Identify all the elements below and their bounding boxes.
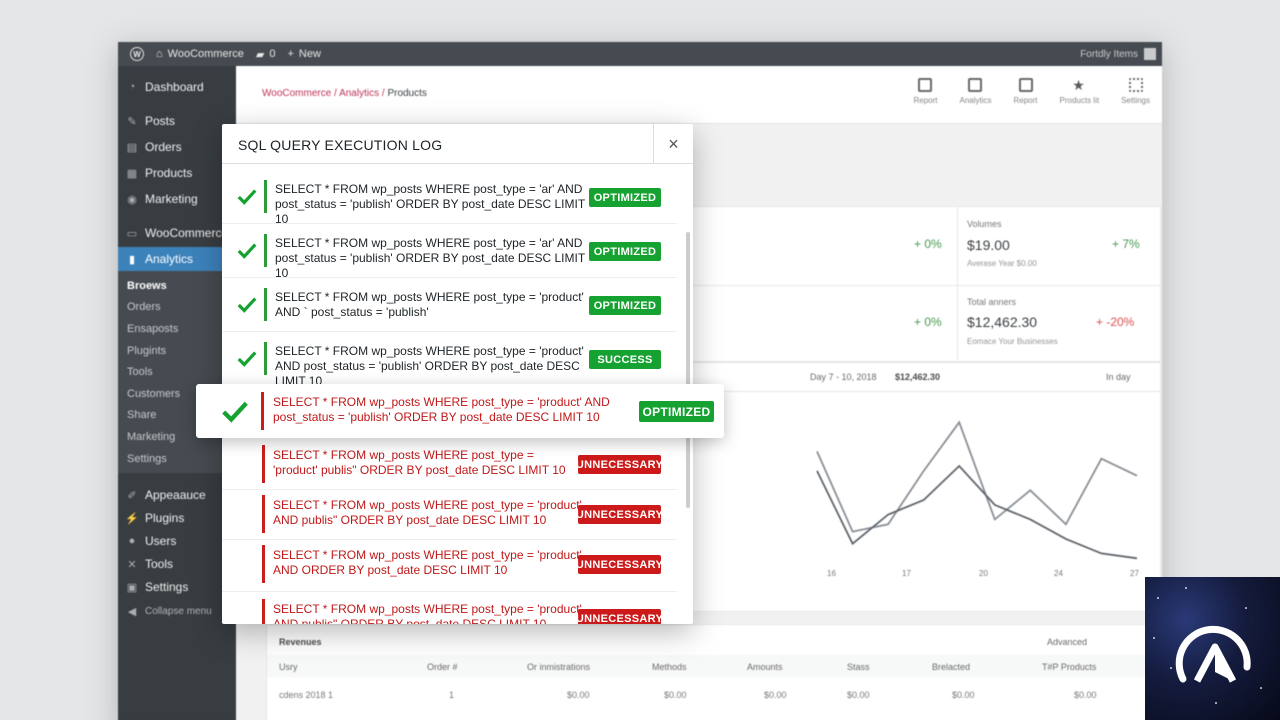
query-row[interactable]: SELECT * FROM wp_posts WHERE post_type =… [222,440,677,490]
query-row[interactable]: SELECT * FROM wp_posts WHERE post_type =… [222,592,677,624]
status-badge: SUCCESS [589,350,661,369]
brand-mark-icon [1175,625,1251,683]
sql-log-modal: SQL QUERY EXECUTION LOG × SELECT * FROM … [222,124,693,624]
status-bar [264,180,267,213]
query-text: SELECT * FROM wp_posts WHERE post_type =… [273,448,566,477]
highlighted-query-row[interactable]: SELECT * FROM wp_posts WHERE post_type =… [196,384,724,438]
status-bar [262,445,265,483]
checkmark-icon [222,401,248,423]
status-badge: OPTIMIZED [639,401,714,422]
checkmark-icon [237,351,257,367]
modal-scrollbar[interactable] [686,232,690,508]
query-text: SELECT * FROM wp_posts WHERE post_type =… [273,602,582,624]
status-bar [262,599,265,624]
query-text: SELECT * FROM wp_posts WHERE post_type =… [275,344,584,388]
modal-header: SQL QUERY EXECUTION LOG × [222,124,693,164]
status-badge: OPTIMIZED [589,188,661,207]
status-bar [264,342,267,375]
brand-logo [1145,577,1280,720]
checkmark-icon [237,243,257,259]
status-badge: OPTIMIZED [589,242,661,261]
status-bar [264,288,267,321]
status-badge: UNNECESSARY [576,455,663,474]
checkmark-icon [237,189,257,205]
query-text: SELECT * FROM wp_posts WHERE post_type =… [275,290,584,319]
checkmark-icon [237,297,257,313]
query-row[interactable]: SELECT * FROM wp_posts WHERE post_type =… [222,278,677,332]
query-row[interactable]: SELECT * FROM wp_posts WHERE post_type =… [222,540,677,592]
status-badge: UNNECESSARY [576,555,663,574]
status-bar [262,545,265,583]
status-bar [264,234,267,267]
query-text: SELECT * FROM wp_posts WHERE post_type =… [275,236,585,280]
status-badge: OPTIMIZED [589,296,661,315]
close-button[interactable]: × [653,124,693,164]
query-text: SELECT * FROM wp_posts WHERE post_type =… [275,182,585,226]
status-bar [262,495,265,533]
query-text: SELECT * FROM wp_posts WHERE post_type =… [273,498,582,527]
modal-title: SQL QUERY EXECUTION LOG [238,137,443,153]
query-row[interactable]: SELECT * FROM wp_posts WHERE post_type =… [222,170,677,226]
status-bar [261,392,264,430]
query-text: SELECT * FROM wp_posts WHERE post_type =… [273,548,582,577]
query-row[interactable]: SELECT * FROM wp_posts WHERE post_type =… [222,332,677,388]
close-icon: × [668,133,679,154]
status-badge: UNNECESSARY [576,609,663,624]
query-row[interactable]: SELECT * FROM wp_posts WHERE post_type =… [222,224,677,280]
query-text: SELECT * FROM wp_posts WHERE post_type =… [273,395,610,424]
status-badge: UNNECESSARY [576,505,663,524]
query-row[interactable]: SELECT * FROM wp_posts WHERE post_type =… [222,490,677,540]
